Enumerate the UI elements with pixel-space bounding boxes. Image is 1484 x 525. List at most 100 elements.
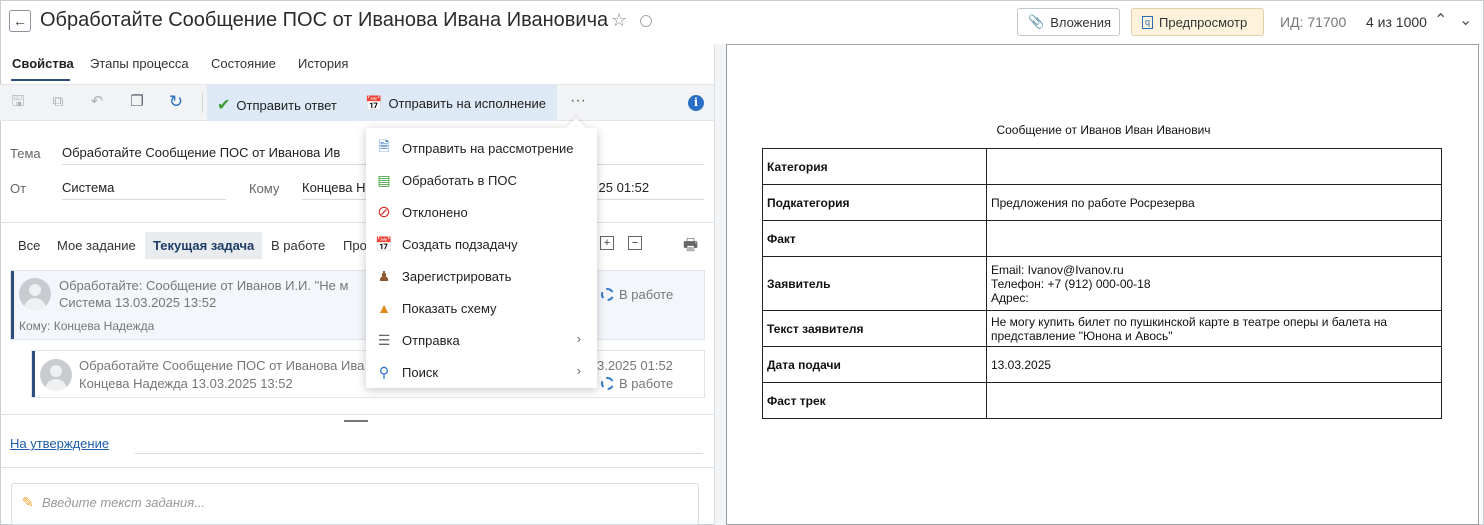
toolbar-divider [202, 93, 203, 113]
tab-state[interactable]: Состояние [211, 56, 276, 71]
document-title: Сообщение от Иванов Иван Иванович [996, 123, 1211, 137]
back-button[interactable]: ← [9, 10, 31, 32]
page-title: Обработайте Сообщение ПОС от Иванова Ива… [40, 9, 609, 31]
filter-my-task[interactable]: Мое задание [57, 238, 136, 253]
menu-item-sending[interactable]: ☰ Отправка › [366, 324, 597, 356]
table-row: Подкатегория Предложения по работе Росре… [762, 184, 1442, 221]
menu-item-create-subtask[interactable]: 📅 Создать подзадачу [366, 228, 597, 260]
scheme-icon: ▲ [377, 300, 391, 316]
menu-item-search[interactable]: ⚲ Поиск › [366, 356, 597, 388]
star-icon[interactable]: ☆ [611, 10, 627, 31]
to-value: Концева Н [302, 180, 366, 195]
undo-icon[interactable]: ↶ [88, 93, 106, 111]
avatar [40, 359, 72, 391]
toolbar-actions: ✔ Отправить ответ 📅 Отправить на исполне… [207, 85, 557, 121]
menu-item-label: Обработать в ПОС [402, 172, 517, 188]
from-label: От [10, 181, 27, 196]
more-actions-button[interactable]: ··· [570, 92, 586, 110]
tab-history[interactable]: История [298, 56, 348, 71]
send-execution-button[interactable]: 📅 Отправить на исполнение [365, 95, 546, 112]
copy-icon[interactable]: ❐ [128, 93, 146, 111]
task-status: В работе [601, 376, 673, 391]
chevron-down-icon[interactable]: ⌄ [1459, 10, 1472, 30]
menu-item-register[interactable]: ♟ Зарегистрировать [366, 260, 597, 292]
table-row: Фаст трек [762, 382, 1442, 419]
filter-other[interactable]: Про [343, 238, 367, 253]
document-preview: Сообщение от Иванов Иван Иванович Катего… [726, 44, 1479, 525]
stamp-icon: ♟ [377, 267, 391, 284]
tab-process-stages[interactable]: Этапы процесса [90, 56, 189, 71]
table-row: Дата подачи 13.03.2025 [762, 346, 1442, 383]
save-icon[interactable]: 🖫 [9, 93, 27, 111]
task-title: Обработайте Сообщение ПОС от Иванова Ива [79, 358, 365, 373]
task-author: Система 13.03.2025 13:52 [59, 295, 217, 310]
send-reply-button[interactable]: ✔ Отправить ответ [217, 95, 337, 115]
task-text-input[interactable]: ✎ Введите текст задания... [11, 483, 699, 525]
menu-item-rejected[interactable]: ⊘ Отклонено [366, 196, 597, 228]
calendar-clock-icon: 📅 [365, 95, 383, 111]
preview-button[interactable]: q Предпросмотр [1131, 8, 1264, 36]
task-status: В работе [601, 287, 673, 302]
task-title: Обработайте: Сообщение от Иванов И.И. "Н… [59, 278, 349, 293]
from-field[interactable]: Система [62, 180, 226, 200]
task-card-accent [32, 351, 35, 397]
print-icon[interactable]: 🖶 [683, 234, 698, 261]
toolbar: 🖫 ⧉ ↶ ❐ ↻ ✔ Отправить ответ 📅 Отправить … [0, 84, 714, 121]
filter-current-task[interactable]: Текущая задача [145, 232, 263, 259]
to-label: Кому [249, 181, 280, 196]
pencil-icon: ✎ [22, 494, 34, 510]
menu-item-label: Показать схему [402, 300, 497, 316]
approval-line [135, 453, 703, 454]
attachments-button[interactable]: 📎 Вложения [1017, 8, 1120, 36]
info-icon[interactable]: i [688, 95, 704, 111]
task-card[interactable]: Обработайте: Сообщение от Иванов И.И. "Н… [10, 270, 705, 340]
send-reply-label: Отправить ответ [236, 97, 337, 113]
task-author: Концева Надежда 13.03.2025 13:52 [79, 376, 293, 391]
table-row: Факт [762, 220, 1442, 257]
send-execution-label: Отправить на исполнение [388, 96, 546, 111]
table-value [986, 148, 1442, 185]
table-key: Подкатегория [762, 184, 987, 221]
menu-item-send-review[interactable]: 🗎 Отправить на рассмотрение [366, 132, 597, 164]
menu-item-show-scheme[interactable]: ▲ Показать схему [366, 292, 597, 324]
subtask-icon: 📅 [375, 235, 393, 252]
sending-icon: ☰ [377, 331, 391, 348]
table-value: 13.03.2025 [986, 346, 1442, 383]
task-recipient: Кому: Концева Надежда [19, 319, 155, 333]
chevron-right-icon: › [576, 363, 581, 378]
menu-item-label: Создать подзадачу [402, 236, 518, 252]
approval-link[interactable]: На утверждение [10, 436, 109, 451]
section-divider [0, 414, 714, 415]
filter-all[interactable]: Все [18, 238, 40, 253]
collapse-all-button[interactable]: − [628, 236, 642, 250]
panel-splitter[interactable] [714, 44, 726, 525]
expand-all-button[interactable]: + [600, 236, 614, 250]
task-card-accent [11, 271, 14, 339]
save-copy-icon[interactable]: ⧉ [49, 93, 67, 111]
record-counter: 4 из 1000 [1366, 14, 1427, 30]
table-value: Не могу купить билет по пушкинской карте… [986, 310, 1442, 347]
document-send-icon: 🗎 [378, 138, 390, 154]
date-value: 25 01:52 [598, 180, 650, 195]
status-circle-icon[interactable] [640, 15, 652, 27]
in-progress-icon [601, 377, 614, 390]
filter-in-progress[interactable]: В работе [271, 238, 325, 253]
process-icon: ▤ [377, 171, 391, 188]
menu-item-label: Отклонено [402, 204, 468, 220]
avatar [19, 278, 51, 310]
refresh-icon[interactable]: ↻ [167, 93, 185, 111]
task-date: 3.2025 01:52 [597, 358, 673, 373]
arrow-left-icon: ← [13, 13, 27, 29]
preview-label: Предпросмотр [1159, 14, 1248, 30]
active-tab-indicator [11, 79, 70, 81]
task-status-label: В работе [619, 287, 674, 302]
task-status-label: В работе [619, 376, 674, 391]
table-value: Email: Ivanov@Ivanov.ru Телефон: +7 (912… [986, 256, 1442, 311]
menu-item-process-pos[interactable]: ▤ Обработать в ПОС [366, 164, 597, 196]
chevron-up-icon[interactable]: ⌃ [1434, 10, 1447, 30]
search-icon: ⚲ [378, 363, 390, 380]
tab-properties[interactable]: Свойства [12, 56, 74, 71]
table-key: Категория [762, 148, 987, 185]
resize-handle[interactable] [344, 420, 368, 422]
table-key: Текст заявителя [762, 310, 987, 347]
